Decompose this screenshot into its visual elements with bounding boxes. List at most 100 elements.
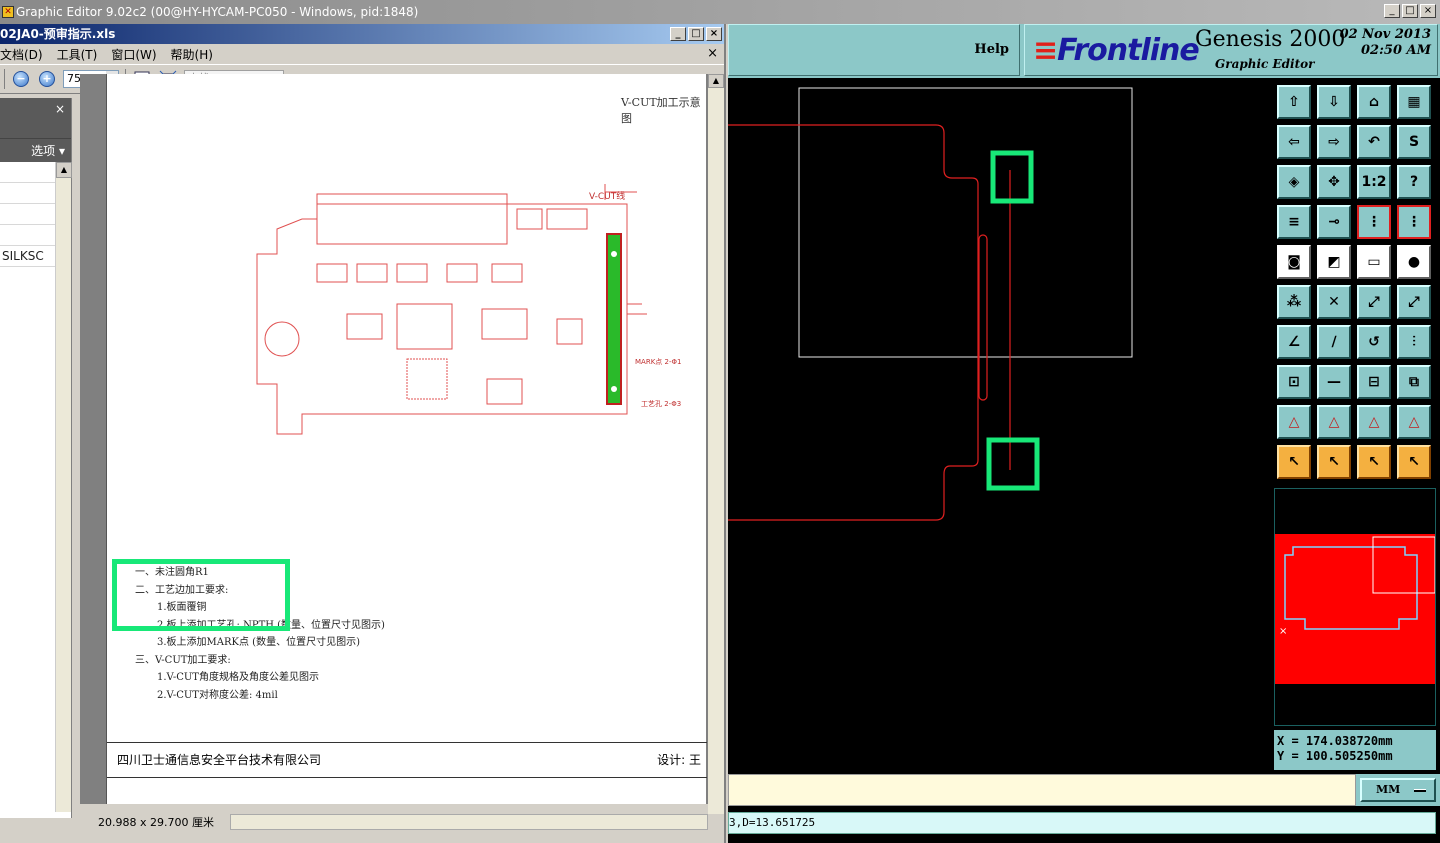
document-area: V-CUT加工示意图 V-CUT线 MARK点 2-Φ1 工艺孔 2-Φ3 一、… [80, 74, 708, 804]
ic-outline [481, 308, 528, 340]
tool-button[interactable]: ● [1394, 242, 1434, 282]
tool-button[interactable]: ⧉ [1394, 362, 1434, 402]
side-panel-close-icon[interactable]: × [55, 102, 65, 116]
viewer-minimize-button[interactable]: _ [670, 27, 686, 41]
tool-button[interactable]: ⤢ [1394, 282, 1434, 322]
tool-button[interactable]: △ [1394, 402, 1434, 442]
menu-document[interactable]: 文档(D) [0, 46, 43, 63]
menu-help[interactable]: 帮助(H) [171, 46, 213, 63]
tool-button[interactable]: △ [1274, 402, 1314, 442]
redraw-icon: S [1397, 125, 1431, 159]
tool-button[interactable]: ↖ [1274, 442, 1314, 482]
tool-button[interactable]: ⇦ [1274, 122, 1314, 162]
outer-window-titlebar[interactable]: ✕ Graphic Editor 9.02c2 (00@HY-HYCAM-PC0… [0, 0, 1440, 24]
component-outline [316, 263, 348, 283]
options-arrow-icon: ▾ [58, 144, 65, 158]
tool-button[interactable]: ⋮ [1354, 202, 1394, 242]
tool-button[interactable]: — [1314, 362, 1354, 402]
tool-button[interactable]: ∠ [1274, 322, 1314, 362]
document-vertical-scrollbar[interactable]: ▲ [708, 74, 724, 814]
viewer-menubar: 文档(D) 工具(T) 窗口(W) 帮助(H) × [0, 44, 724, 64]
product-name: Genesis 2000 [1195, 27, 1346, 52]
scroll-up-icon[interactable]: ▲ [708, 74, 724, 88]
message-bar [728, 774, 1356, 806]
tool-button[interactable]: ⤢ [1354, 282, 1394, 322]
tool-button[interactable]: ⊸ [1314, 202, 1354, 242]
command-line[interactable]: 3,D=13.651725 [728, 812, 1436, 834]
window-xy-icon: ▦ [1397, 85, 1431, 119]
tool-button[interactable]: ⫶ [1394, 322, 1434, 362]
tool-button[interactable]: ◩ [1314, 242, 1354, 282]
overview-origin-icon: × [1279, 626, 1287, 637]
side-panel-scrollbar[interactable]: ▲ [55, 162, 72, 812]
tool-button[interactable]: ✥ [1314, 162, 1354, 202]
options-menu[interactable]: 选项 ▾ [0, 138, 71, 162]
tool-button[interactable]: ✕ [1314, 282, 1354, 322]
sheet-row[interactable] [0, 162, 56, 183]
document-close-icon[interactable]: × [707, 46, 718, 61]
tool-button[interactable]: ↶ [1354, 122, 1394, 162]
measure-icon: ⊟ [1357, 365, 1391, 399]
snap-icon: ⊸ [1317, 205, 1351, 239]
tool-button[interactable]: ⌂ [1354, 82, 1394, 122]
note-line: 3.板上添加MARK点 (数量、位置尺寸见图示) [157, 637, 360, 648]
unit-label: MM [1376, 783, 1401, 796]
tool-button[interactable]: ↺ [1354, 322, 1394, 362]
tool-button[interactable]: ▭ [1354, 242, 1394, 282]
connector-block [316, 193, 508, 245]
zoom-in-button[interactable]: + [37, 69, 57, 89]
tool-button[interactable]: ⊟ [1354, 362, 1394, 402]
help-button[interactable]: Help [728, 24, 1020, 76]
overview-map[interactable]: × [1274, 488, 1436, 726]
viewer-close-button[interactable]: × [706, 27, 722, 41]
menu-window[interactable]: 窗口(W) [111, 46, 156, 63]
tool-button[interactable]: ? [1394, 162, 1434, 202]
tool-button[interactable]: ≡ [1274, 202, 1314, 242]
viewer-maximize-button[interactable]: □ [688, 27, 704, 41]
tool-button[interactable]: ⇧ [1274, 82, 1314, 122]
tool-button[interactable]: ◙ [1274, 242, 1314, 282]
graphic-canvas[interactable] [728, 80, 1272, 772]
tool-button[interactable]: ⋮ [1394, 202, 1434, 242]
close-button[interactable]: × [1420, 4, 1436, 18]
highlight-frame [112, 559, 290, 631]
tool-button[interactable]: ⇨ [1314, 122, 1354, 162]
sheet-row[interactable] [0, 204, 56, 225]
minimize-button[interactable]: _ [1384, 4, 1400, 18]
slash-icon: ∕ [1317, 325, 1351, 359]
tool-button[interactable]: ↖ [1394, 442, 1434, 482]
vcut-diagram-title: V-CUT加工示意图 [621, 96, 701, 125]
sheet-row[interactable]: SILKSC [0, 246, 56, 267]
tool-button[interactable]: ⁂ [1274, 282, 1314, 322]
sheet-row[interactable] [0, 183, 56, 204]
maximize-button[interactable]: □ [1402, 4, 1418, 18]
tool-button[interactable]: ⇩ [1314, 82, 1354, 122]
zoom-out-button[interactable]: − [11, 69, 31, 89]
tool-button[interactable]: S [1394, 122, 1434, 162]
import-icon: ⇦ [1277, 125, 1311, 159]
tool-button[interactable]: ↖ [1354, 442, 1394, 482]
dimension-lines [627, 303, 647, 315]
menu-tools[interactable]: 工具(T) [57, 46, 98, 63]
triangle-2-icon: △ [1317, 405, 1351, 439]
document-horizontal-scrollbar[interactable] [230, 814, 708, 830]
overview-drawing: × [1275, 534, 1436, 684]
pad-add-icon: ◙ [1277, 245, 1311, 279]
slot-path [978, 234, 988, 401]
scroll-up-icon[interactable]: ▲ [56, 162, 72, 178]
overview-board-fill [1275, 534, 1435, 684]
tool-button[interactable]: △ [1354, 402, 1394, 442]
tool-button[interactable]: ◈ [1274, 162, 1314, 202]
mark-label: MARK点 2-Φ1 [635, 358, 681, 366]
tool-button[interactable]: ⊡ [1274, 362, 1314, 402]
sheet-row[interactable] [0, 225, 56, 246]
tool-button[interactable]: ↖ [1314, 442, 1354, 482]
viewer-titlebar[interactable]: 02JA0-预审指示.xls _ □ × [0, 24, 724, 44]
coord-y: Y = 100.505250mm [1277, 749, 1393, 763]
triangle-1-icon: △ [1277, 405, 1311, 439]
unit-toggle-button[interactable]: MM [1360, 778, 1436, 802]
tool-button[interactable]: ∕ [1314, 322, 1354, 362]
tool-button[interactable]: ▦ [1394, 82, 1434, 122]
tool-button[interactable]: △ [1314, 402, 1354, 442]
tool-button[interactable]: 1:2 [1354, 162, 1394, 202]
